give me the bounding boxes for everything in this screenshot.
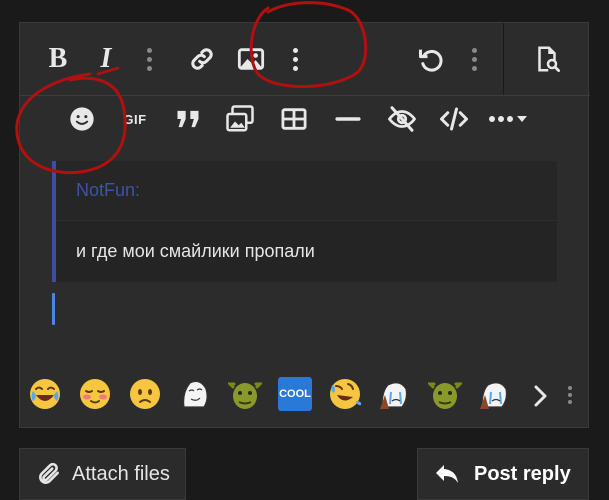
chevron-right-icon xyxy=(534,385,547,407)
italic-button[interactable]: I xyxy=(88,41,124,77)
smilie-bar: COOL xyxy=(20,373,590,419)
crying-meme-smilie[interactable] xyxy=(478,377,512,411)
post-reply-button[interactable]: Post reply xyxy=(417,448,589,500)
italic-icon: I xyxy=(100,43,112,74)
quote-block: NotFun: и где мои смайлики пропали xyxy=(52,161,557,282)
quote-author[interactable]: NotFun: xyxy=(56,161,557,221)
crying-meme-smilie[interactable] xyxy=(378,377,412,411)
attach-files-label: Attach files xyxy=(72,462,170,485)
image-icon xyxy=(237,48,265,70)
attach-files-button[interactable]: Attach files xyxy=(19,448,186,500)
more-vertical-icon[interactable] xyxy=(567,386,573,404)
preview-icon xyxy=(538,46,560,72)
link-icon xyxy=(191,48,213,70)
rolling-laughing-smilie[interactable] xyxy=(328,377,362,411)
shrek-smilie[interactable] xyxy=(428,377,462,411)
text-caret xyxy=(52,293,55,325)
bold-button[interactable]: B xyxy=(40,41,76,77)
paperclip-icon xyxy=(39,462,59,484)
reply-icon xyxy=(436,465,458,483)
worried-smilie[interactable] xyxy=(128,377,162,411)
shrek-smilie[interactable] xyxy=(228,377,262,411)
link-button[interactable] xyxy=(185,41,219,77)
undo-button[interactable] xyxy=(414,41,448,77)
more-vertical-icon[interactable] xyxy=(471,48,477,71)
undo-icon xyxy=(418,49,443,72)
editor-content[interactable]: NotFun: и где мои смайлики пропали xyxy=(20,96,590,364)
more-vertical-icon[interactable] xyxy=(292,48,298,71)
cool-smilie[interactable]: COOL xyxy=(278,377,312,411)
bold-icon: B xyxy=(48,43,68,74)
toolbar-divider xyxy=(503,23,504,95)
image-button[interactable] xyxy=(234,41,268,77)
cool-label: COOL xyxy=(279,388,311,400)
editor: B I GIF NotFun: и где мои смайлики пропа… xyxy=(19,22,590,428)
crying-laughing-smilie[interactable] xyxy=(28,377,62,411)
post-reply-label: Post reply xyxy=(474,462,571,485)
meme-face-smilie[interactable] xyxy=(178,377,212,411)
more-vertical-icon[interactable] xyxy=(146,48,152,71)
blushing-smilie[interactable] xyxy=(78,377,112,411)
preview-button[interactable] xyxy=(527,41,567,77)
quote-text: и где мои смайлики пропали xyxy=(76,240,315,261)
toolbar-main: B I xyxy=(20,23,590,95)
smilie-next-button[interactable] xyxy=(528,381,552,411)
